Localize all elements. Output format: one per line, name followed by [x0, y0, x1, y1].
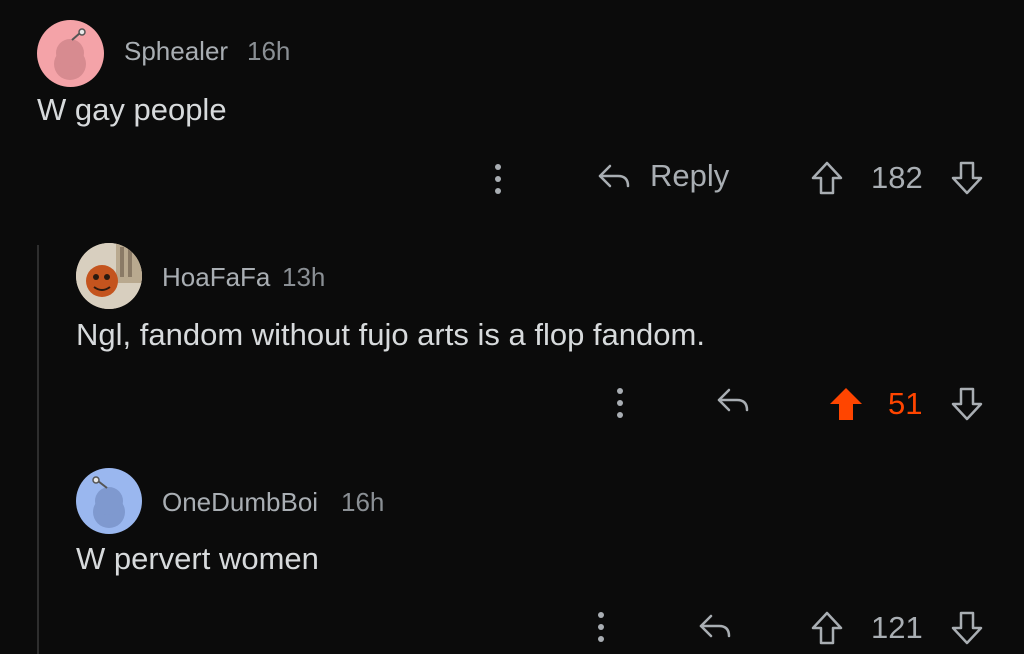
comment-timestamp: 13h	[282, 262, 326, 292]
thread-line	[37, 245, 39, 654]
upvote-arrow-icon	[811, 161, 843, 195]
comment-timestamp: 16h	[247, 36, 291, 66]
upvote-arrow-icon	[811, 611, 843, 645]
vote-score: 182	[871, 160, 923, 195]
comment-body: W gay people	[37, 92, 227, 127]
vote-score: 121	[871, 610, 923, 645]
reply-label: Reply	[650, 158, 730, 193]
avatar-onedumbboi[interactable]	[76, 468, 142, 534]
more-vertical-icon	[598, 612, 604, 642]
downvote-button[interactable]	[950, 610, 984, 646]
downvote-arrow-icon	[951, 611, 983, 645]
avatar-sphealer[interactable]	[37, 20, 104, 87]
reply-button[interactable]: Reply	[596, 158, 729, 194]
upvote-button[interactable]	[810, 160, 844, 196]
downvote-arrow-icon	[951, 161, 983, 195]
upvote-button[interactable]	[810, 610, 844, 646]
more-options-button[interactable]	[591, 608, 611, 648]
downvote-arrow-icon	[951, 387, 983, 421]
reply-button[interactable]	[715, 385, 751, 415]
more-options-button[interactable]	[610, 384, 630, 424]
more-vertical-icon	[617, 388, 623, 418]
vote-score: 51	[888, 386, 923, 421]
reply-arrow-icon	[699, 614, 731, 638]
reply-button[interactable]	[697, 611, 733, 641]
upvote-button[interactable]	[828, 386, 864, 422]
comment-timestamp: 16h	[341, 487, 385, 517]
comment-username[interactable]: OneDumbBoi	[162, 487, 318, 518]
comment-body: W pervert women	[76, 541, 319, 576]
user-photo-avatar-icon	[76, 243, 142, 309]
upvote-arrow-filled-icon	[830, 388, 862, 420]
downvote-button[interactable]	[950, 386, 984, 422]
avatar-hoafafa[interactable]	[76, 243, 142, 309]
snoo-avatar-icon	[54, 28, 86, 80]
comment-body: Ngl, fandom without fujo arts is a flop …	[76, 317, 705, 352]
more-vertical-icon	[495, 164, 501, 194]
reply-arrow-icon	[598, 164, 630, 188]
reply-arrow-icon	[717, 388, 749, 412]
downvote-button[interactable]	[950, 160, 984, 196]
comment-username[interactable]: Sphealer	[124, 36, 228, 67]
snoo-avatar-icon	[92, 476, 125, 528]
more-options-button[interactable]	[488, 160, 508, 200]
comment-username[interactable]: HoaFaFa	[162, 262, 270, 293]
